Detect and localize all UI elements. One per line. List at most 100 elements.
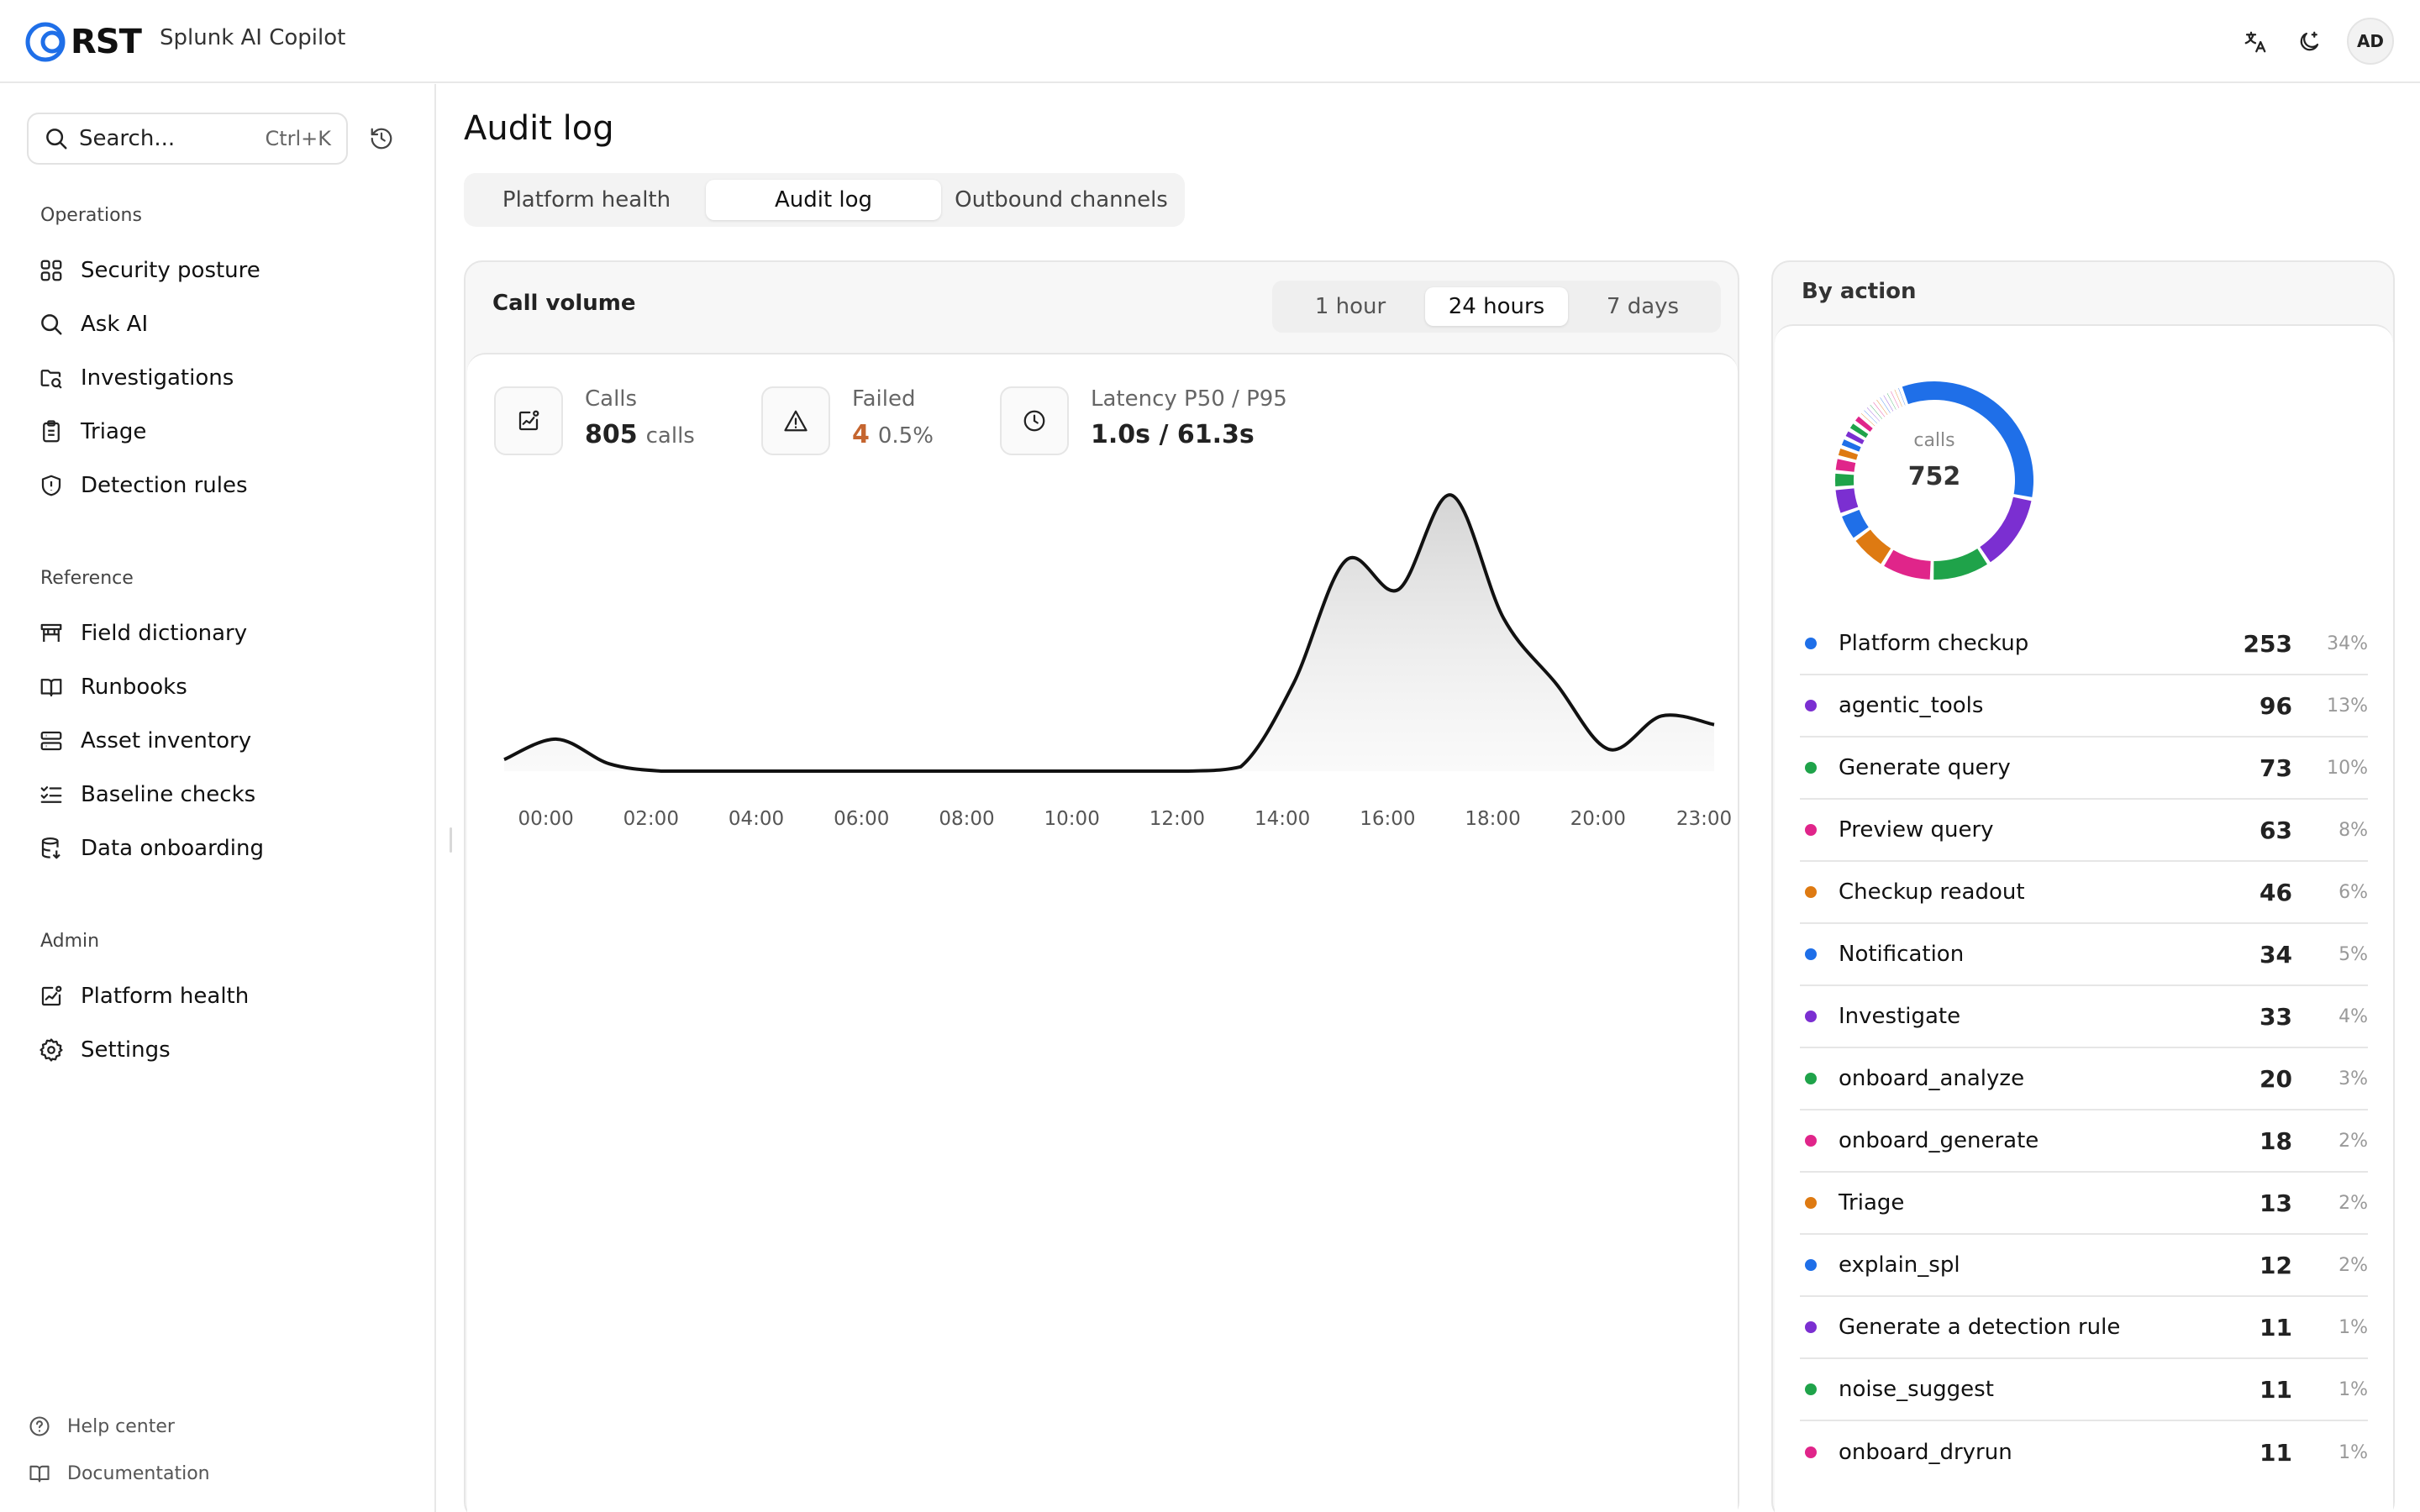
- action-label: onboard_dryrun: [1839, 1440, 2012, 1465]
- list-item[interactable]: Platform checkup 253 34%: [1800, 613, 2368, 675]
- sidebar-item-settings[interactable]: Settings: [37, 1030, 407, 1070]
- action-count: 13: [2260, 1189, 2292, 1217]
- sidebar-item-security-posture[interactable]: Security posture: [37, 250, 407, 291]
- list-item[interactable]: Generate query 73 10%: [1800, 738, 2368, 800]
- call-volume-chart: [503, 493, 1715, 773]
- action-percent: 10%: [2327, 757, 2368, 779]
- donut-slice[interactable]: [1835, 459, 1856, 472]
- sidebar-item-triage[interactable]: Triage: [37, 412, 407, 452]
- sidebar-item-ask-ai[interactable]: Ask AI: [37, 304, 407, 344]
- sidebar-item-label: Field dictionary: [81, 621, 248, 646]
- donut-slice[interactable]: [1933, 549, 1987, 580]
- list-item[interactable]: explain_spl 12 2%: [1800, 1235, 2368, 1297]
- donut-slice[interactable]: [1891, 391, 1900, 408]
- list-item[interactable]: Notification 34 5%: [1800, 924, 2368, 986]
- theme-moon-icon[interactable]: [2292, 25, 2326, 59]
- donut-slice[interactable]: [1864, 410, 1878, 424]
- history-icon[interactable]: [365, 122, 398, 155]
- sidebar-item-runbooks[interactable]: Runbooks: [37, 667, 407, 707]
- action-count: 96: [2260, 691, 2292, 720]
- action-percent: 6%: [2338, 881, 2368, 903]
- list-item[interactable]: Preview query 63 8%: [1800, 800, 2368, 862]
- help-center-link[interactable]: Help center: [27, 1410, 175, 1443]
- section-title-reference: Reference: [40, 568, 134, 589]
- list-item[interactable]: agentic_tools 96 13%: [1800, 675, 2368, 738]
- range-1-hour[interactable]: 1 hour: [1279, 287, 1422, 326]
- sidebar-item-data-onboarding[interactable]: Data onboarding: [37, 828, 407, 869]
- donut-center-value: 752: [1907, 462, 1961, 491]
- donut-slice[interactable]: [1855, 529, 1891, 564]
- action-percent: 1%: [2338, 1441, 2368, 1463]
- chart-box-icon: [37, 982, 66, 1011]
- list-item[interactable]: noise_suggest 11 1%: [1800, 1359, 2368, 1421]
- sidebar-item-baseline-checks[interactable]: Baseline checks: [37, 774, 407, 815]
- x-tick-label: 02:00: [623, 808, 679, 830]
- sidebar-item-label: Detection rules: [81, 473, 248, 498]
- search-input[interactable]: Search...: [79, 126, 265, 151]
- translate-icon[interactable]: [2238, 25, 2272, 59]
- sidebar-item-label: Asset inventory: [81, 728, 252, 753]
- donut-slice[interactable]: [1873, 402, 1886, 417]
- donut-slice[interactable]: [1866, 407, 1881, 422]
- list-item[interactable]: onboard_generate 18 2%: [1800, 1110, 2368, 1173]
- sidebar-item-label: Ask AI: [81, 312, 149, 337]
- action-count: 73: [2260, 753, 2292, 782]
- donut-slice[interactable]: [1894, 389, 1902, 407]
- by-action-title: By action: [1802, 279, 1917, 304]
- donut-slice[interactable]: [1883, 395, 1894, 412]
- documentation-link[interactable]: Documentation: [27, 1457, 210, 1490]
- sidebar-item-detection-rules[interactable]: Detection rules: [37, 465, 407, 506]
- x-tick-label: 12:00: [1149, 808, 1206, 830]
- sidebar-item-asset-inventory[interactable]: Asset inventory: [37, 721, 407, 761]
- donut-slice[interactable]: [1838, 449, 1859, 460]
- clipboard-icon: [37, 417, 66, 446]
- search-box[interactable]: Search... Ctrl+K: [27, 113, 348, 165]
- list-item[interactable]: onboard_dryrun 11 1%: [1800, 1421, 2368, 1483]
- legend-dot: [1805, 1259, 1817, 1271]
- sidebar-item-investigations[interactable]: Investigations: [37, 358, 407, 398]
- donut-slice[interactable]: [1870, 404, 1883, 419]
- donut-slice[interactable]: [1835, 488, 1859, 513]
- tab-audit-log[interactable]: Audit log: [706, 180, 941, 220]
- checklist-icon: [37, 780, 66, 809]
- sidebar-item-label: Data onboarding: [81, 836, 265, 861]
- donut-slice[interactable]: [1876, 399, 1888, 415]
- range-24-hours[interactable]: 24 hours: [1425, 287, 1568, 326]
- logo-text: RST: [71, 23, 142, 61]
- donut-slice[interactable]: [1880, 397, 1891, 413]
- sidebar-resize-handle[interactable]: [450, 827, 452, 853]
- donut-slice[interactable]: [1835, 473, 1854, 486]
- list-item[interactable]: Investigate 33 4%: [1800, 986, 2368, 1048]
- search-shortcut: Ctrl+K: [265, 127, 331, 150]
- donut-slice[interactable]: [1886, 393, 1897, 410]
- action-count: 46: [2260, 878, 2292, 906]
- donut-slice[interactable]: [1842, 509, 1869, 538]
- sidebar-item-field-dictionary[interactable]: Field dictionary: [37, 613, 407, 654]
- x-tick-label: 00:00: [518, 808, 574, 830]
- help-center-label: Help center: [67, 1415, 175, 1437]
- logo[interactable]: RST: [24, 20, 142, 64]
- sidebar-item-platform-health[interactable]: Platform health: [37, 976, 407, 1016]
- x-tick-label: 14:00: [1254, 808, 1311, 830]
- action-percent: 2%: [2338, 1192, 2368, 1214]
- list-item[interactable]: onboard_analyze 20 3%: [1800, 1048, 2368, 1110]
- sidebar: Search... Ctrl+K Operations Security pos…: [0, 84, 436, 1512]
- list-item[interactable]: Checkup readout 46 6%: [1800, 862, 2368, 924]
- action-count: 18: [2260, 1126, 2292, 1155]
- legend-dot: [1805, 1383, 1817, 1395]
- tab-outbound-channels[interactable]: Outbound channels: [944, 180, 1178, 220]
- tab-platform-health[interactable]: Platform health: [471, 180, 702, 220]
- donut-slice[interactable]: [1980, 496, 2032, 563]
- list-item[interactable]: Generate a detection rule 11 1%: [1800, 1297, 2368, 1359]
- action-percent: 1%: [2338, 1316, 2368, 1338]
- action-label: Platform checkup: [1839, 631, 2029, 656]
- x-tick-label: 04:00: [728, 808, 785, 830]
- sidebar-item-label: Settings: [81, 1037, 171, 1063]
- action-percent: 1%: [2338, 1378, 2368, 1400]
- range-7-days[interactable]: 7 days: [1571, 287, 1714, 326]
- legend-dot: [1805, 700, 1817, 711]
- list-item[interactable]: Triage 13 2%: [1800, 1173, 2368, 1235]
- top-bar: RST Splunk AI Copilot AD: [0, 0, 2420, 83]
- avatar[interactable]: AD: [2347, 18, 2394, 65]
- donut-slice[interactable]: [1884, 549, 1931, 580]
